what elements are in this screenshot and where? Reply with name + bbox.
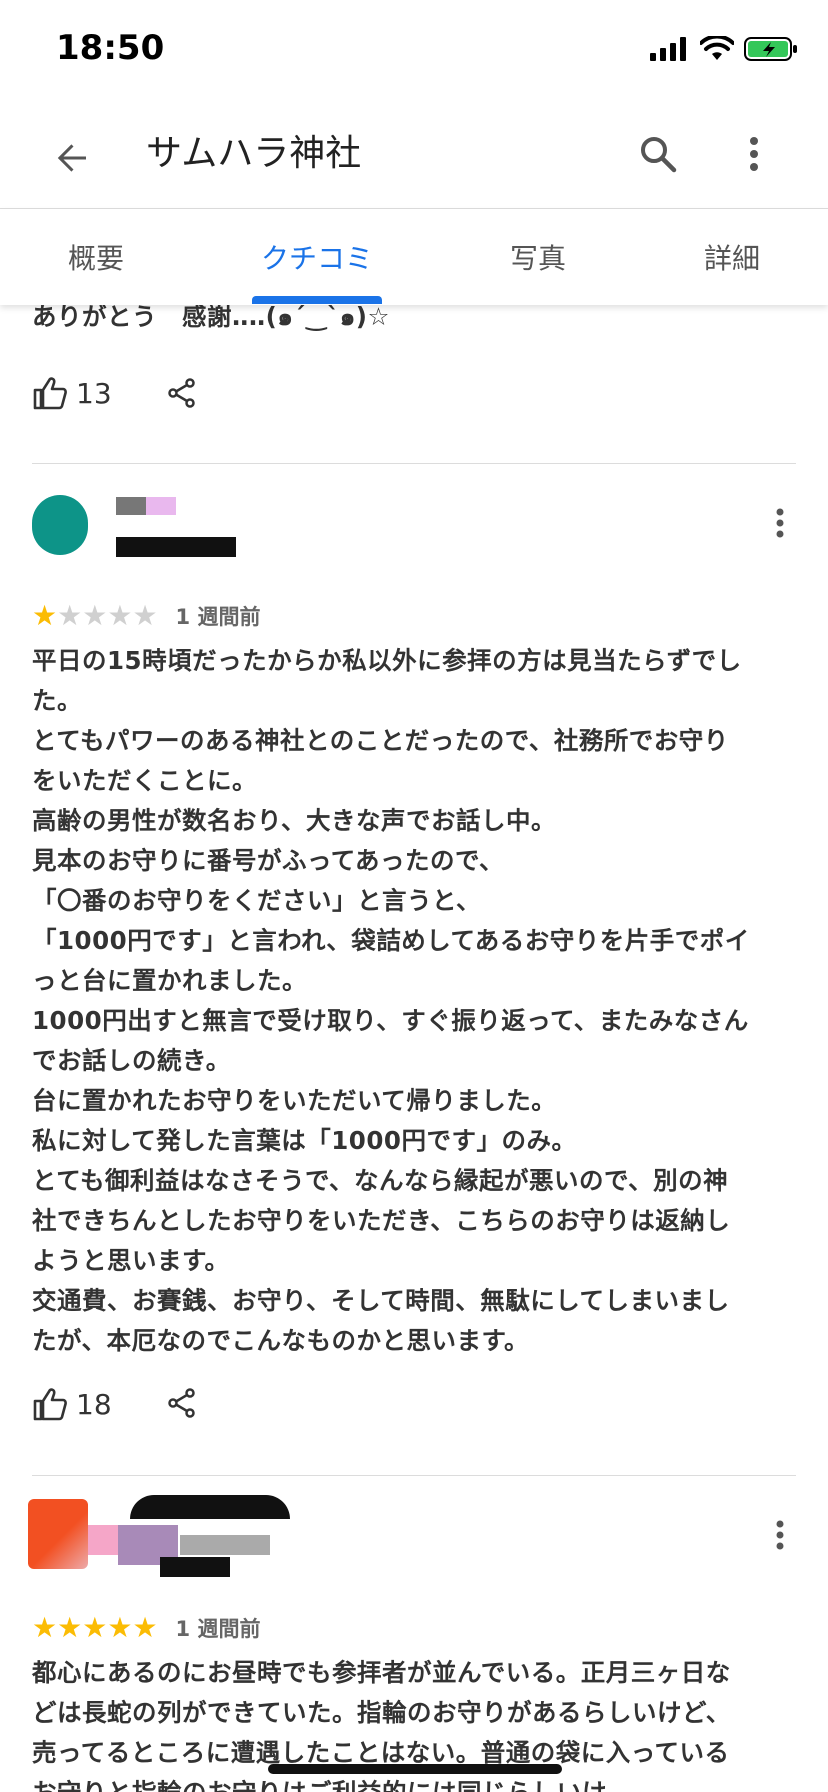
like-button[interactable]: 13 (32, 376, 112, 410)
share-button[interactable] (158, 369, 206, 417)
arrow-back-icon (57, 144, 86, 172)
star-rating: ★ ★ ★ ★ ★ 1 週間前 (32, 601, 260, 631)
tab-photos[interactable]: 写真 (510, 237, 566, 277)
star-filled-icon: ★ (32, 1611, 58, 1644)
review-text: ありがとう 感謝‥‥(๑´‿`๑)☆ (32, 305, 390, 331)
active-tab-indicator (252, 296, 382, 304)
review-divider (32, 463, 796, 464)
star-filled-icon: ★ (57, 1611, 83, 1644)
more-vert-icon (776, 508, 784, 538)
app-bar: サムハラ神社 (0, 100, 828, 209)
more-vert-icon (776, 1520, 784, 1550)
status-time: 18:50 (56, 28, 165, 68)
search-icon (641, 137, 677, 173)
review-time: 1 週間前 (175, 1617, 261, 1641)
star-empty-icon: ★ (107, 599, 133, 632)
star-empty-icon: ★ (57, 599, 83, 632)
reviews-list[interactable]: ありがとう 感謝‥‥(๑´‿`๑)☆ 13 ★ ★ ★ ★ ★ 1 週間前 平日… (0, 305, 828, 1792)
review-time: 1 週間前 (175, 605, 261, 629)
tab-reviews[interactable]: クチコミ (261, 237, 373, 277)
like-count: 13 (76, 376, 112, 410)
thumb-up-icon (33, 1388, 67, 1421)
star-filled-icon: ★ (107, 1611, 133, 1644)
reviewer-name-redacted[interactable] (116, 497, 276, 557)
search-button[interactable] (630, 126, 686, 182)
review-menu-button[interactable] (762, 499, 798, 547)
share-icon (168, 1388, 195, 1418)
home-indicator[interactable] (268, 1764, 562, 1774)
star-filled-icon: ★ (132, 1611, 158, 1644)
wifi-icon (700, 36, 734, 60)
battery-charging-icon (744, 37, 797, 61)
share-button[interactable] (158, 1379, 206, 1427)
status-icons (650, 36, 798, 62)
reviewer-name-redacted[interactable] (60, 1475, 290, 1585)
star-rating: ★ ★ ★ ★ ★ 1 週間前 (32, 1613, 260, 1643)
cellular-signal-icon (650, 37, 686, 61)
status-bar: 18:50 (0, 0, 828, 100)
like-button[interactable]: 18 (32, 1387, 112, 1421)
page-title: サムハラ神社 (146, 133, 362, 174)
like-count: 18 (76, 1387, 112, 1421)
tab-overview[interactable]: 概要 (68, 237, 124, 277)
more-options-button[interactable] (726, 126, 782, 182)
back-button[interactable] (44, 130, 100, 186)
avatar[interactable] (32, 495, 88, 555)
review-menu-button[interactable] (762, 1511, 798, 1559)
star-empty-icon: ★ (82, 599, 108, 632)
review-text: 平日の15時頃だったからか私以外に参拝の方は見当たらずでした。 とてもパワーのあ… (32, 646, 750, 1355)
star-empty-icon: ★ (132, 599, 158, 632)
share-icon (168, 378, 195, 408)
tab-details[interactable]: 詳細 (704, 237, 760, 277)
star-filled-icon: ★ (82, 1611, 108, 1644)
star-filled-icon: ★ (32, 599, 58, 632)
thumb-up-icon (33, 377, 67, 410)
tab-bar: 概要 クチコミ 写真 詳細 (0, 209, 828, 305)
more-vert-icon (750, 137, 758, 171)
